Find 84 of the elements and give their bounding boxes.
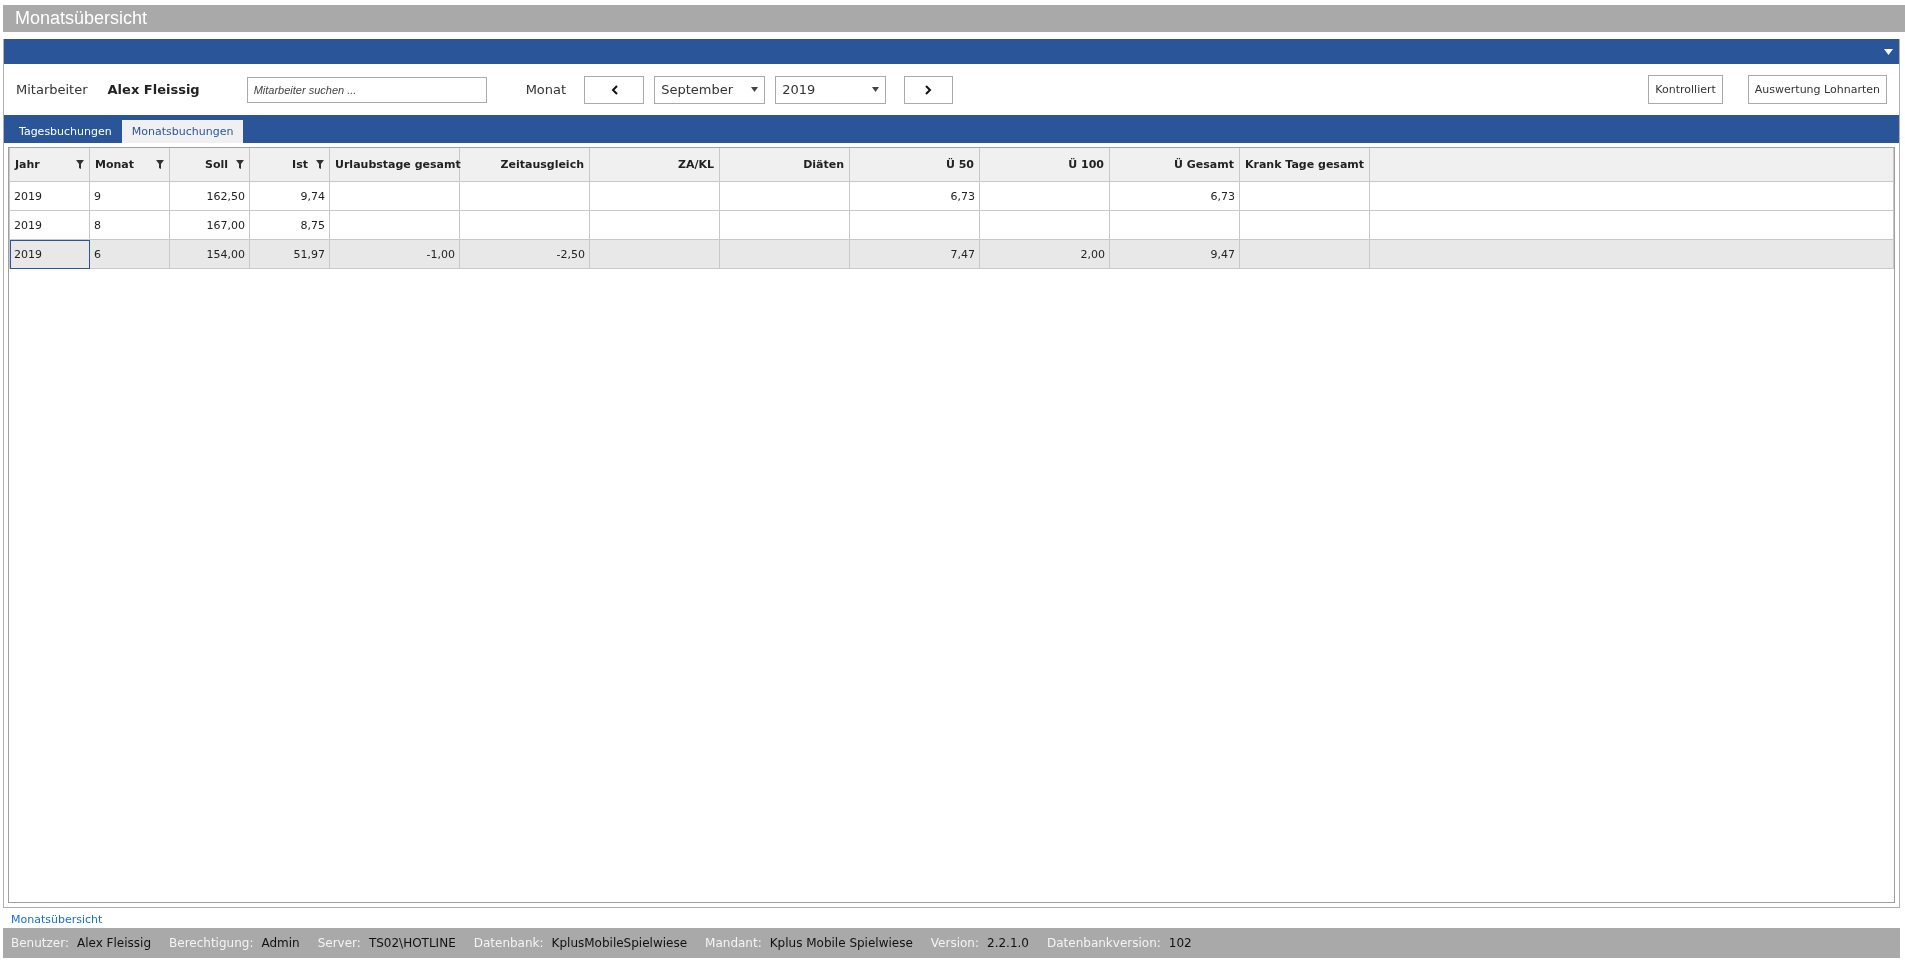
table-cell[interactable] [849,210,980,240]
table-cell[interactable]: 2019 [9,181,90,211]
status-label: Berechtigung: [169,936,254,950]
table-cell[interactable] [979,210,1110,240]
status-label: Datenbankversion: [1047,936,1161,950]
table-cell[interactable]: 6,73 [1109,181,1240,211]
table-cell[interactable]: 2,00 [979,239,1110,269]
column-header[interactable]: Monat [89,148,170,182]
table-cell[interactable] [1109,210,1240,240]
table-cell[interactable]: 9 [89,181,170,211]
table-cell[interactable] [589,181,720,211]
table-cell[interactable] [459,210,590,240]
table-cell[interactable]: 51,97 [249,239,330,269]
column-header[interactable]: ZA/KL [589,148,720,182]
toolbar-button[interactable]: Auswertung Lohnarten [1747,75,1887,104]
collapse-icon[interactable] [1884,48,1893,55]
table-cell[interactable]: 8,75 [249,210,330,240]
status-value: Admin [261,936,300,950]
status-label: Mandant: [705,936,762,950]
table-cell[interactable] [459,181,590,211]
column-header[interactable]: Ü Gesamt [1109,148,1240,182]
tab[interactable]: Monatsbuchungen [121,120,244,143]
employee-name: Alex Fleissig [107,82,200,97]
status-label: Datenbank: [473,936,544,950]
table-cell[interactable]: 6,73 [849,181,980,211]
filter-icon[interactable] [236,160,244,169]
status-value: Alex Fleissig [77,936,152,950]
status-value: TS02\HOTLINE [368,936,456,950]
table-cell[interactable]: 167,00 [169,210,250,240]
column-header[interactable]: Ü 50 [849,148,980,182]
month-dropdown[interactable]: September [654,75,766,104]
column-header[interactable]: Jahr [9,148,90,182]
filter-icon[interactable] [156,160,164,169]
table-cell[interactable]: 9,74 [249,181,330,211]
table-cell[interactable]: 8 [89,210,170,240]
column-header[interactable]: Soll [169,148,250,182]
filter-icon[interactable] [316,160,324,169]
table-cell[interactable] [719,210,850,240]
table-cell[interactable]: 9,47 [1109,239,1240,269]
table-cell[interactable] [979,181,1110,211]
column-header[interactable]: Diäten [719,148,850,182]
table-cell[interactable] [1239,210,1370,240]
column-header[interactable]: Urlaubstage gesamt [329,148,460,182]
window-title: Monatsübersicht [15,8,148,29]
column-header[interactable]: Ü 100 [979,148,1110,182]
status-value: KplusMobileSpielwiese [551,936,688,950]
table-cell[interactable]: -2,50 [459,239,590,269]
next-button[interactable] [904,75,954,104]
table-cell[interactable] [719,181,850,211]
table-cell[interactable] [589,210,720,240]
previous-button[interactable] [584,75,645,104]
search-field[interactable]: Mitarbeiter suchen ... [246,76,487,103]
tab[interactable]: Tagesbuchungen [9,120,122,143]
employee-label: Mitarbeiter [16,82,88,97]
column-header[interactable]: Krank Tage gesamt [1239,148,1370,182]
status-label: Version: [930,936,979,950]
table-cell[interactable]: -1,00 [329,239,460,269]
table-cell[interactable] [329,181,460,211]
filter-icon[interactable] [76,160,84,169]
caret-icon [872,87,880,92]
status-label: Benutzer: [11,936,69,950]
toolbar-button[interactable]: Kontrolliert [1648,75,1723,104]
chevron-right-icon [925,84,933,95]
status-value: Kplus Mobile Spielwiese [769,936,913,950]
caret-icon [751,87,759,92]
status-label: Server: [317,936,361,950]
breadcrumb-link[interactable]: Monatsübersicht [3,910,111,929]
table-cell[interactable]: 162,50 [169,181,250,211]
table-cell[interactable] [719,239,850,269]
table-cell[interactable]: 6 [89,239,170,269]
table-cell[interactable]: 7,47 [849,239,980,269]
year-dropdown[interactable]: 2019 [775,75,887,104]
status-value: 2.2.1.0 [987,936,1029,950]
table-cell[interactable] [329,210,460,240]
table-cell[interactable] [589,239,720,269]
table-cell[interactable] [1239,181,1370,211]
column-header[interactable]: Ist [249,148,330,182]
table-cell[interactable] [1239,239,1370,269]
month-label: Monat [525,82,567,97]
table-cell[interactable]: 154,00 [169,239,250,269]
table-cell[interactable]: 2019 [9,239,90,269]
table-cell[interactable]: 2019 [9,210,90,240]
status-value: 102 [1168,936,1192,950]
chevron-left-icon [610,84,618,95]
